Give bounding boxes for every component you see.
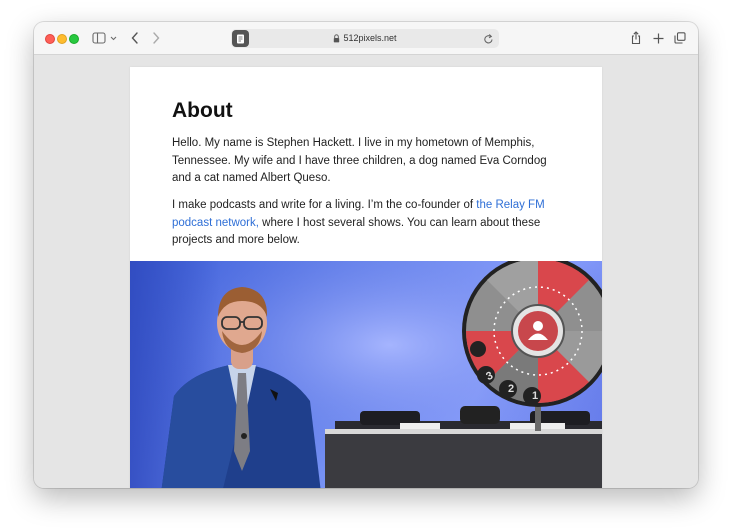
tab-overview-button[interactable] [672,29,688,47]
share-icon [631,31,641,45]
photo-scene: 3 2 1 [130,261,602,488]
reload-button[interactable] [483,32,494,50]
forward-button[interactable] [148,29,164,47]
work-paragraph: I make podcasts and write for a living. … [172,197,564,250]
page-title: About [172,99,233,122]
chevron-right-icon [153,32,160,44]
url-text: 512pixels.net [343,33,397,43]
tabs-icon [674,32,686,44]
back-button[interactable] [127,29,143,47]
lock-icon [334,34,340,43]
page-card: About Hello. My name is Stephen Hackett.… [130,67,602,488]
zoom-window-button[interactable] [69,34,79,44]
browser-toolbar: 512pixels.net [34,22,698,55]
intro-paragraph: Hello. My name is Stephen Hackett. I liv… [172,137,547,184]
browser-window: 512pixels.net About Hello. My name is St… [34,22,698,488]
new-tab-button[interactable] [650,29,666,47]
hero-photo: 3 2 1 [130,261,602,488]
close-window-button[interactable] [45,34,55,44]
wheel-number-1: 1 [532,390,538,402]
sidebar-icon [92,32,117,44]
plus-icon [653,33,663,43]
chevron-left-icon [131,32,138,44]
wheel-number-2: 2 [508,383,514,395]
minimize-window-button[interactable] [57,34,67,44]
share-button[interactable] [628,29,644,47]
sidebar-toggle-button[interactable] [91,29,119,47]
work-paragraph-text: I make podcasts and write for a living. … [172,199,477,211]
web-content: About Hello. My name is Stephen Hackett.… [34,55,698,488]
reload-icon [484,34,493,44]
address-text: 512pixels.net [231,29,499,48]
address-bar[interactable]: 512pixels.net [231,29,499,48]
